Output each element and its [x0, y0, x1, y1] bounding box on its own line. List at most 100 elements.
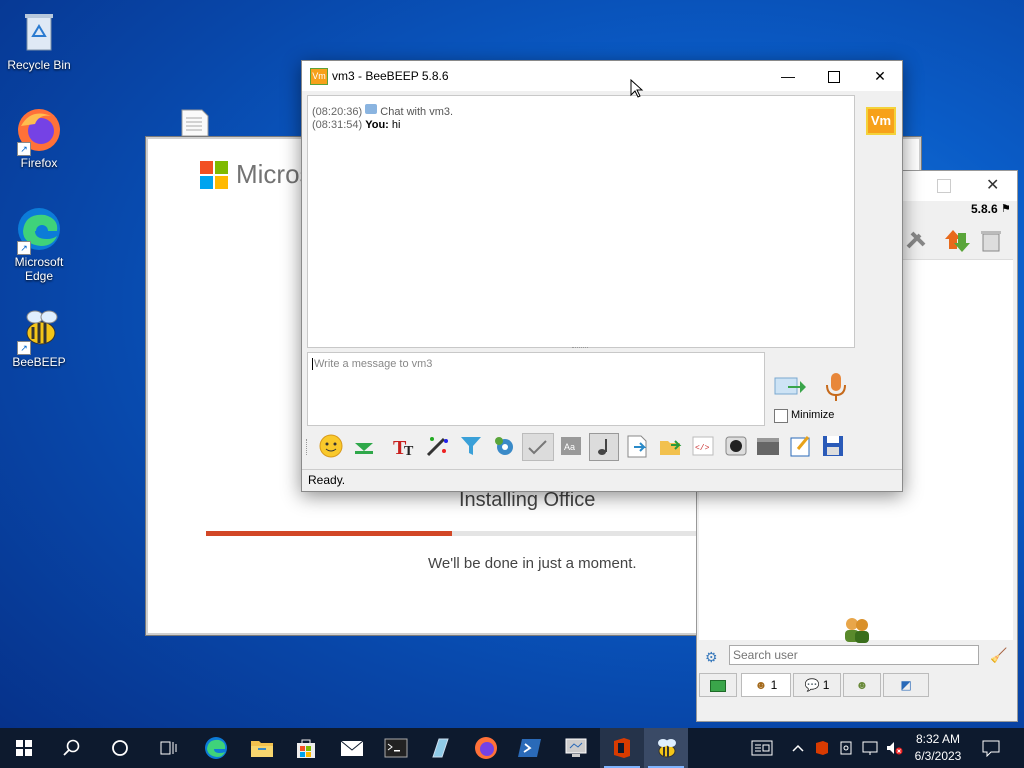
tray-overflow-chevron[interactable]: [786, 728, 810, 768]
save-icon[interactable]: [624, 433, 650, 459]
document-icon[interactable]: [180, 108, 210, 138]
settings-icon[interactable]: [491, 433, 517, 459]
maximize-button[interactable]: [937, 179, 951, 193]
message-input-placeholder: Write a message to vm3: [312, 358, 433, 370]
tray-network-icon[interactable]: [858, 728, 882, 768]
edge-icon: [205, 737, 227, 759]
terminal-icon: [384, 738, 408, 758]
floppy-icon[interactable]: [820, 433, 846, 459]
home-icon: [710, 679, 726, 692]
minimize-window-button[interactable]: —: [765, 61, 811, 91]
bee-icon: [658, 739, 676, 758]
desktop-icon-firefox[interactable]: ↗ Firefox: [3, 106, 75, 170]
desktop-icon-label: Firefox: [20, 156, 58, 170]
chat-icon: 💬: [804, 678, 820, 692]
camera-icon[interactable]: [723, 433, 749, 459]
taskbar-store[interactable]: [284, 728, 328, 768]
chat-log[interactable]: (08:20:36) Chat with vm3. (08:31:54) You…: [307, 95, 855, 348]
folder-icon[interactable]: [657, 433, 683, 459]
folder-icon: [251, 741, 273, 757]
taskbar-file-explorer[interactable]: [240, 728, 284, 768]
desktop-icon-recycle-bin[interactable]: Recycle Bin: [3, 8, 75, 72]
tab-share[interactable]: ◩: [883, 673, 929, 697]
clock-time: 8:32 AM: [915, 732, 961, 746]
emoji-icon[interactable]: [318, 433, 344, 459]
minimize-checkbox[interactable]: [774, 409, 788, 423]
remote-desktop-icon: [565, 738, 587, 757]
taskbar-edge[interactable]: [194, 728, 238, 768]
cortana-icon: [112, 740, 128, 756]
store-icon: [297, 739, 315, 758]
tab-users[interactable]: ☻ 1: [741, 673, 791, 697]
svg-text:</>: </>: [695, 444, 710, 453]
clock-date: 6/3/2023: [914, 749, 962, 763]
voice-message-button[interactable]: [823, 371, 849, 403]
microsoft-logo-icon: [200, 161, 228, 189]
tab-home[interactable]: [699, 673, 737, 697]
send-button[interactable]: [774, 373, 806, 399]
color-picker-icon[interactable]: [424, 433, 450, 459]
toolbar-grip: [306, 439, 310, 455]
desktop-icon-beebeep[interactable]: ↗ BeeBEEP: [3, 305, 75, 369]
windows-logo-icon: [16, 740, 32, 756]
taskbar-mail[interactable]: [330, 728, 374, 768]
installing-subtitle: We'll be done in just a moment.: [428, 555, 637, 572]
avatar[interactable]: Vm: [866, 107, 896, 135]
screenshot-icon[interactable]: [755, 433, 781, 459]
search-user-input[interactable]: [729, 645, 979, 665]
update-icon[interactable]: [944, 227, 970, 253]
filter-icon[interactable]: [458, 433, 484, 459]
taskbar-office[interactable]: [600, 728, 644, 768]
settings-gear-icon[interactable]: ⚙: [705, 649, 718, 666]
users-icon: ☻: [754, 678, 768, 692]
trash-icon[interactable]: [978, 227, 1004, 253]
spell-check-icon[interactable]: [522, 433, 554, 461]
desktop-icon-edge[interactable]: ↗ Microsoft Edge: [3, 205, 75, 283]
font-size-icon[interactable]: Aa: [558, 433, 584, 459]
tray-office-icon[interactable]: [810, 728, 834, 768]
task-view-button[interactable]: [146, 728, 190, 768]
maximize-window-button[interactable]: [811, 61, 857, 91]
cortana-button[interactable]: [98, 728, 142, 768]
taskbar-remote-desktop[interactable]: [554, 728, 598, 768]
taskbar-firefox[interactable]: [464, 728, 508, 768]
tab-chats[interactable]: 💬 1: [793, 673, 841, 697]
message-input[interactable]: Write a message to vm3: [307, 352, 765, 426]
notifications-button[interactable]: [970, 728, 1012, 768]
desktop-icon-label: Microsoft Edge: [14, 255, 64, 283]
send-icon: [774, 377, 806, 395]
html-icon[interactable]: </>: [690, 433, 716, 459]
tab-groups[interactable]: ☻: [843, 673, 881, 697]
taskbar-clock[interactable]: 8:32 AM 6/3/2023: [910, 731, 966, 765]
taskbar-terminal[interactable]: [374, 728, 418, 768]
tray-volume-muted-icon[interactable]: [882, 728, 906, 768]
desktop-icon-label: BeeBEEP: [12, 355, 66, 369]
close-window-button[interactable]: ✕: [857, 61, 903, 91]
microphone-icon: [826, 373, 846, 401]
tools-icon[interactable]: [904, 227, 930, 253]
message-text: Chat with vm3.: [380, 106, 454, 118]
edit-icon[interactable]: [788, 433, 814, 459]
search-button[interactable]: [50, 728, 94, 768]
font-icon[interactable]: TT: [392, 433, 418, 459]
version-label: 5.8.6: [971, 202, 998, 216]
close-button[interactable]: ✕: [986, 175, 999, 195]
start-button[interactable]: [2, 728, 46, 768]
svg-text:T: T: [404, 444, 414, 459]
firefox-icon: [475, 737, 497, 759]
tray-action-center-icon[interactable]: [742, 728, 782, 768]
splitter-handle[interactable]: [572, 347, 588, 351]
windows-flag-icon: ⚑: [1001, 203, 1011, 215]
taskbar-app-crystal[interactable]: [418, 728, 462, 768]
tray-device-icon[interactable]: [834, 728, 858, 768]
clear-search-icon[interactable]: 🧹: [990, 647, 1007, 664]
edge-icon: ↗: [15, 205, 63, 255]
message-sender: You:: [365, 119, 389, 131]
music-note-icon[interactable]: [589, 433, 619, 461]
app-icon: Vm: [310, 68, 328, 85]
download-icon[interactable]: [351, 433, 377, 459]
news-icon: [751, 740, 773, 756]
taskbar-beebeep[interactable]: [644, 728, 688, 768]
chat-titlebar[interactable]: Vm vm3 - BeeBEEP 5.8.6 — ✕: [302, 61, 902, 91]
taskbar-powershell[interactable]: [508, 728, 552, 768]
